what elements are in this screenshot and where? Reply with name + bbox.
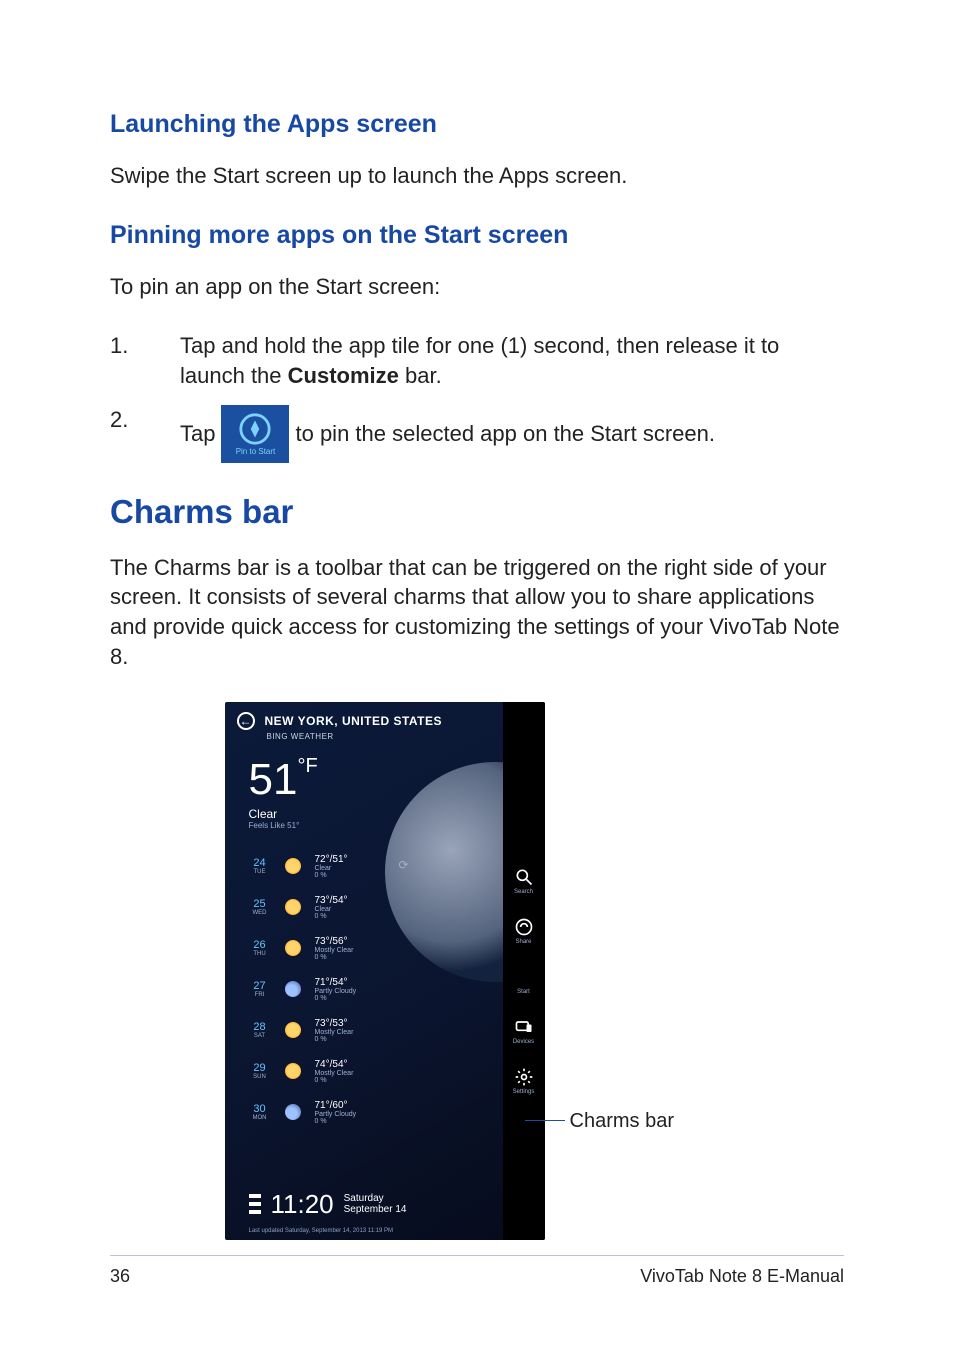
windows-logo-icon — [514, 967, 534, 987]
forecast-row: 24TUE 72°/51°Clear0 % — [249, 854, 545, 879]
forecast-row: 27FRI 71°/54°Partly Cloudy0 % — [249, 977, 545, 1002]
weather-icon — [285, 940, 301, 956]
pin-icon-label: Pin to Start — [236, 448, 276, 456]
step-2-text-b: to pin the selected app on the Start scr… — [295, 419, 715, 449]
clock-dow: Saturday — [344, 1193, 407, 1204]
forecast-day: 30MON — [249, 1103, 271, 1121]
charm-settings-label: Settings — [510, 1089, 538, 1095]
forecast-day: 27FRI — [249, 980, 271, 998]
weather-icon — [285, 858, 301, 874]
step-1-text-b: bar. — [399, 363, 442, 388]
callout-line — [525, 1120, 565, 1121]
forecast-day: 25WED — [249, 898, 271, 916]
time-bar: 11:20 Saturday September 14 — [249, 1189, 407, 1220]
charms-bar-panel: Search Share Start Devices Settings — [503, 702, 545, 1240]
step-1-number: 1. — [110, 331, 180, 390]
forecast-day: 24TUE — [249, 857, 271, 875]
clock-time: 11:20 — [271, 1189, 334, 1220]
pin-steps-list: 1. Tap and hold the app tile for one (1)… — [110, 331, 844, 462]
network-icon — [249, 1194, 261, 1214]
page-footer: 36 VivoTab Note 8 E-Manual — [110, 1255, 844, 1287]
forecast-detail: 73°/54°Clear0 % — [315, 895, 348, 920]
forecast-detail: 74°/54°Mostly Clear0 % — [315, 1059, 354, 1084]
forecast-row: 29SUN 74°/54°Mostly Clear0 % — [249, 1059, 545, 1084]
step-1-text: Tap and hold the app tile for one (1) se… — [180, 331, 844, 390]
weather-icon — [285, 1104, 301, 1120]
pin-to-start-icon: Pin to Start — [221, 405, 289, 463]
step-2-text-a: Tap — [180, 419, 215, 449]
charms-bar-figure: ← NEW YORK, UNITED STATES BING WEATHER 5… — [225, 702, 730, 1240]
back-icon[interactable]: ← — [237, 712, 255, 730]
share-icon — [514, 917, 534, 937]
charm-share-label: Share — [510, 939, 538, 945]
charm-devices-label: Devices — [510, 1039, 538, 1045]
charm-settings[interactable]: Settings — [510, 1067, 538, 1095]
forecast-detail: 73°/53°Mostly Clear0 % — [315, 1018, 354, 1043]
search-icon — [514, 867, 534, 887]
step-1-text-a: Tap and hold the app tile for one (1) se… — [180, 333, 779, 388]
step-2: 2. Tap Pin to Start to pin the selected … — [110, 405, 844, 463]
weather-icon — [285, 899, 301, 915]
weather-icon — [285, 981, 301, 997]
forecast-day: 28SAT — [249, 1021, 271, 1039]
page-number: 36 — [110, 1266, 130, 1287]
devices-icon — [514, 1017, 534, 1037]
charm-search-label: Search — [510, 889, 538, 895]
step-1-bold: Customize — [288, 363, 399, 388]
forecast-detail: 72°/51°Clear0 % — [315, 854, 348, 879]
forecast-detail: 73°/56°Mostly Clear0 % — [315, 936, 354, 961]
forecast-row: 25WED 73°/54°Clear0 % — [249, 895, 545, 920]
charm-search[interactable]: Search — [510, 867, 538, 895]
gear-icon — [514, 1067, 534, 1087]
callout-charms-bar: Charms bar — [570, 1110, 674, 1133]
pin-icon — [238, 412, 272, 446]
heading-launching-apps: Launching the Apps screen — [110, 110, 844, 139]
paragraph-swipe: Swipe the Start screen up to launch the … — [110, 161, 844, 191]
city-label: NEW YORK, UNITED STATES — [265, 714, 443, 728]
step-2-text: Tap Pin to Start to pin the selected app… — [180, 405, 844, 463]
forecast-detail: 71°/54°Partly Cloudy0 % — [315, 977, 357, 1002]
forecast-row: 26THU 73°/56°Mostly Clear0 % — [249, 936, 545, 961]
temperature-unit: °F — [297, 755, 317, 777]
clock-date: September 14 — [344, 1204, 407, 1215]
temperature-value: 51 — [249, 755, 298, 804]
paragraph-to-pin: To pin an app on the Start screen: — [110, 272, 844, 302]
forecast-row: 28SAT 73°/53°Mostly Clear0 % — [249, 1018, 545, 1043]
charm-start[interactable]: Start — [510, 967, 538, 995]
refresh-icon[interactable]: ⟳ — [399, 858, 409, 872]
weather-icon — [285, 1063, 301, 1079]
heading-pinning-apps: Pinning more apps on the Start screen — [110, 221, 844, 250]
charm-start-label: Start — [510, 989, 538, 995]
manual-title: VivoTab Note 8 E-Manual — [640, 1266, 844, 1287]
forecast-day: 26THU — [249, 939, 271, 957]
step-2-number: 2. — [110, 405, 180, 463]
weather-app-screenshot: ← NEW YORK, UNITED STATES BING WEATHER 5… — [225, 702, 545, 1240]
forecast-row: 30MON 71°/60°Partly Cloudy0 % — [249, 1100, 545, 1125]
last-updated-label: Last updated Saturday, September 14, 201… — [249, 1228, 394, 1234]
charm-devices[interactable]: Devices — [510, 1017, 538, 1045]
step-1: 1. Tap and hold the app tile for one (1)… — [110, 331, 844, 390]
heading-charms-bar: Charms bar — [110, 493, 844, 531]
forecast-day: 29SUN — [249, 1062, 271, 1080]
weather-icon — [285, 1022, 301, 1038]
paragraph-charms-desc: The Charms bar is a toolbar that can be … — [110, 553, 844, 672]
forecast-list: ⟳ 24TUE 72°/51°Clear0 % 25WED 73°/54°Clear0… — [249, 854, 545, 1125]
forecast-detail: 71°/60°Partly Cloudy0 % — [315, 1100, 357, 1125]
charm-share[interactable]: Share — [510, 917, 538, 945]
